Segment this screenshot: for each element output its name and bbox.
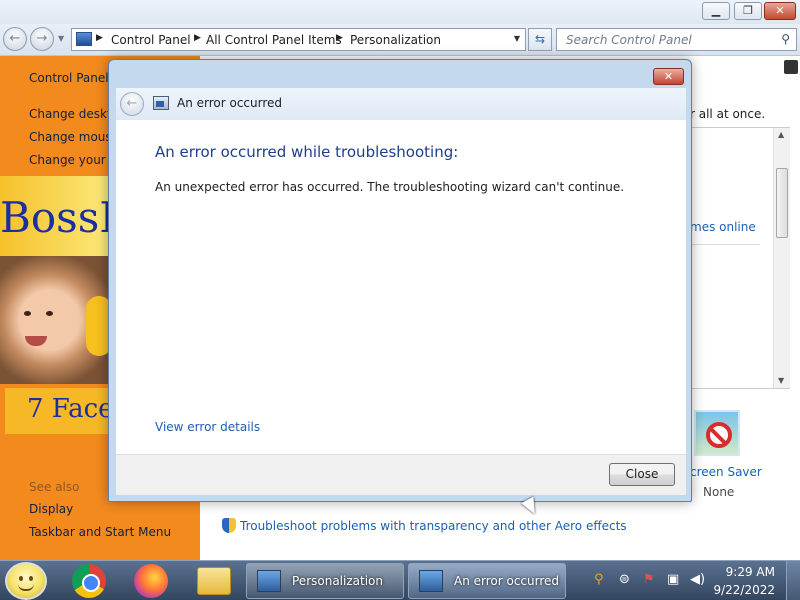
see-also-heading: See also: [29, 480, 80, 494]
display-link[interactable]: Display: [29, 502, 73, 516]
taskbar-item-error[interactable]: An error occurred: [408, 563, 566, 599]
dialog-header: ← An error occurred: [116, 88, 686, 120]
banner-bottom-text: 7 Face: [27, 394, 114, 424]
search-tray-icon[interactable]: ⚲: [594, 572, 604, 587]
close-button[interactable]: Close: [609, 463, 675, 486]
troubleshooter-icon: [419, 570, 443, 592]
screen-saver-value: None: [703, 485, 735, 499]
firefox-icon[interactable]: [134, 564, 168, 598]
change-mouse-pointers-link[interactable]: Change mouse: [29, 130, 119, 144]
photo-eye: [24, 311, 31, 316]
dialog-body: An error occurred while troubleshooting:…: [116, 120, 686, 454]
screen-saver-link[interactable]: creen Saver: [690, 465, 762, 479]
tray-icon[interactable]: ⊜: [619, 572, 630, 587]
address-dropdown-icon[interactable]: ▼: [514, 34, 520, 43]
folder-icon[interactable]: [197, 567, 231, 595]
close-icon: ✕: [663, 70, 674, 83]
network-icon[interactable]: ▣: [667, 572, 679, 587]
clock-date[interactable]: 9/22/2022: [712, 583, 775, 597]
forward-button[interactable]: →: [30, 27, 54, 51]
taskbar: Personalization An error occurred ⚲ ⊜ ⚑ …: [0, 560, 800, 600]
show-desktop-button[interactable]: [786, 561, 800, 600]
forward-arrow-icon: →: [36, 31, 48, 46]
start-orb-eye: [19, 576, 23, 581]
minimize-button[interactable]: ▁: [702, 2, 730, 20]
window-titlebar: ▁ ❐ ✕: [0, 0, 800, 26]
error-dialog: ✕ ← An error occurred An error occurred …: [108, 59, 692, 502]
theme-divider: [688, 244, 760, 245]
clock-time[interactable]: 9:29 AM: [725, 565, 775, 579]
taskbar-item-personalization[interactable]: Personalization: [246, 563, 404, 599]
view-error-details-link[interactable]: View error details: [155, 420, 260, 434]
screen-saver-icon[interactable]: [694, 410, 740, 456]
refresh-button[interactable]: ⇆: [528, 28, 552, 51]
scrollbar-thumb[interactable]: [776, 168, 788, 238]
help-icon[interactable]: [784, 60, 798, 74]
troubleshoot-aero-row: Troubleshoot problems with transparency …: [222, 518, 627, 533]
refresh-icon: ⇆: [534, 32, 546, 46]
get-more-themes-link[interactable]: mes online: [690, 220, 756, 234]
change-desktop-icons-link[interactable]: Change deskto: [29, 107, 119, 121]
error-message: An unexpected error has occurred. The tr…: [155, 180, 625, 194]
control-panel-icon: [76, 32, 92, 46]
task-label: An error occurred: [454, 574, 560, 588]
chrome-icon[interactable]: [72, 564, 106, 598]
breadcrumb-separator-icon[interactable]: ▶: [336, 33, 343, 43]
search-placeholder: Search Control Panel: [566, 33, 692, 47]
action-center-icon[interactable]: ⚑: [643, 572, 655, 587]
navigation-bar: ← → ▼ ▶ Control Panel ▶ All Control Pane…: [0, 24, 800, 56]
breadcrumb-personalization[interactable]: Personalization: [350, 33, 441, 47]
back-button[interactable]: ←: [3, 27, 27, 51]
start-button[interactable]: [5, 562, 47, 600]
dialog-close-button[interactable]: ✕: [653, 68, 684, 85]
search-input[interactable]: Search Control Panel ⚲: [556, 28, 797, 51]
taskbar-start-menu-link[interactable]: Taskbar and Start Menu: [29, 525, 171, 539]
overlay-banner-image: 7 Face: [5, 388, 114, 434]
theme-scrollbar[interactable]: ▲ ▼: [773, 128, 790, 388]
breadcrumb-separator-icon[interactable]: ▶: [194, 33, 201, 43]
child-photo-image: [0, 256, 112, 384]
volume-icon[interactable]: ◀): [690, 572, 705, 587]
task-label: Personalization: [292, 574, 383, 588]
photo-eye: [46, 311, 53, 316]
breadcrumb-separator-icon[interactable]: ▶: [96, 33, 103, 43]
scroll-up-icon[interactable]: ▲: [778, 130, 784, 139]
breadcrumb-control-panel[interactable]: Control Panel: [111, 33, 191, 47]
instruction-text: r all at once.: [690, 107, 766, 121]
troubleshooter-icon: [153, 96, 169, 110]
search-icon[interactable]: ⚲: [781, 32, 790, 46]
change-account-picture-link[interactable]: Change your a: [29, 153, 117, 167]
back-arrow-icon: ←: [126, 96, 138, 111]
restore-button[interactable]: ❐: [734, 2, 762, 20]
dialog-title: An error occurred: [177, 96, 283, 110]
recent-pages-dropdown[interactable]: ▼: [58, 34, 64, 43]
uac-shield-icon: [222, 518, 236, 533]
address-bar[interactable]: ▶ Control Panel ▶ All Control Panel Item…: [71, 28, 526, 51]
dialog-footer: Close: [116, 454, 686, 495]
breadcrumb-all-items[interactable]: All Control Panel Items: [206, 33, 342, 47]
photo-mouth: [25, 336, 47, 346]
window-close-button[interactable]: ✕: [764, 2, 796, 20]
start-orb-eye: [29, 576, 33, 581]
smiley-icon: [18, 584, 34, 591]
back-arrow-icon: ←: [9, 31, 21, 46]
no-entry-icon: [706, 422, 732, 448]
dialog-back-button[interactable]: ←: [120, 92, 144, 116]
error-heading: An error occurred while troubleshooting:: [155, 143, 459, 161]
scroll-down-icon[interactable]: ▼: [778, 376, 784, 385]
personalization-icon: [257, 570, 281, 592]
troubleshoot-aero-link[interactable]: Troubleshoot problems with transparency …: [240, 519, 627, 533]
overlay-banner-image: BossK: [0, 176, 131, 256]
